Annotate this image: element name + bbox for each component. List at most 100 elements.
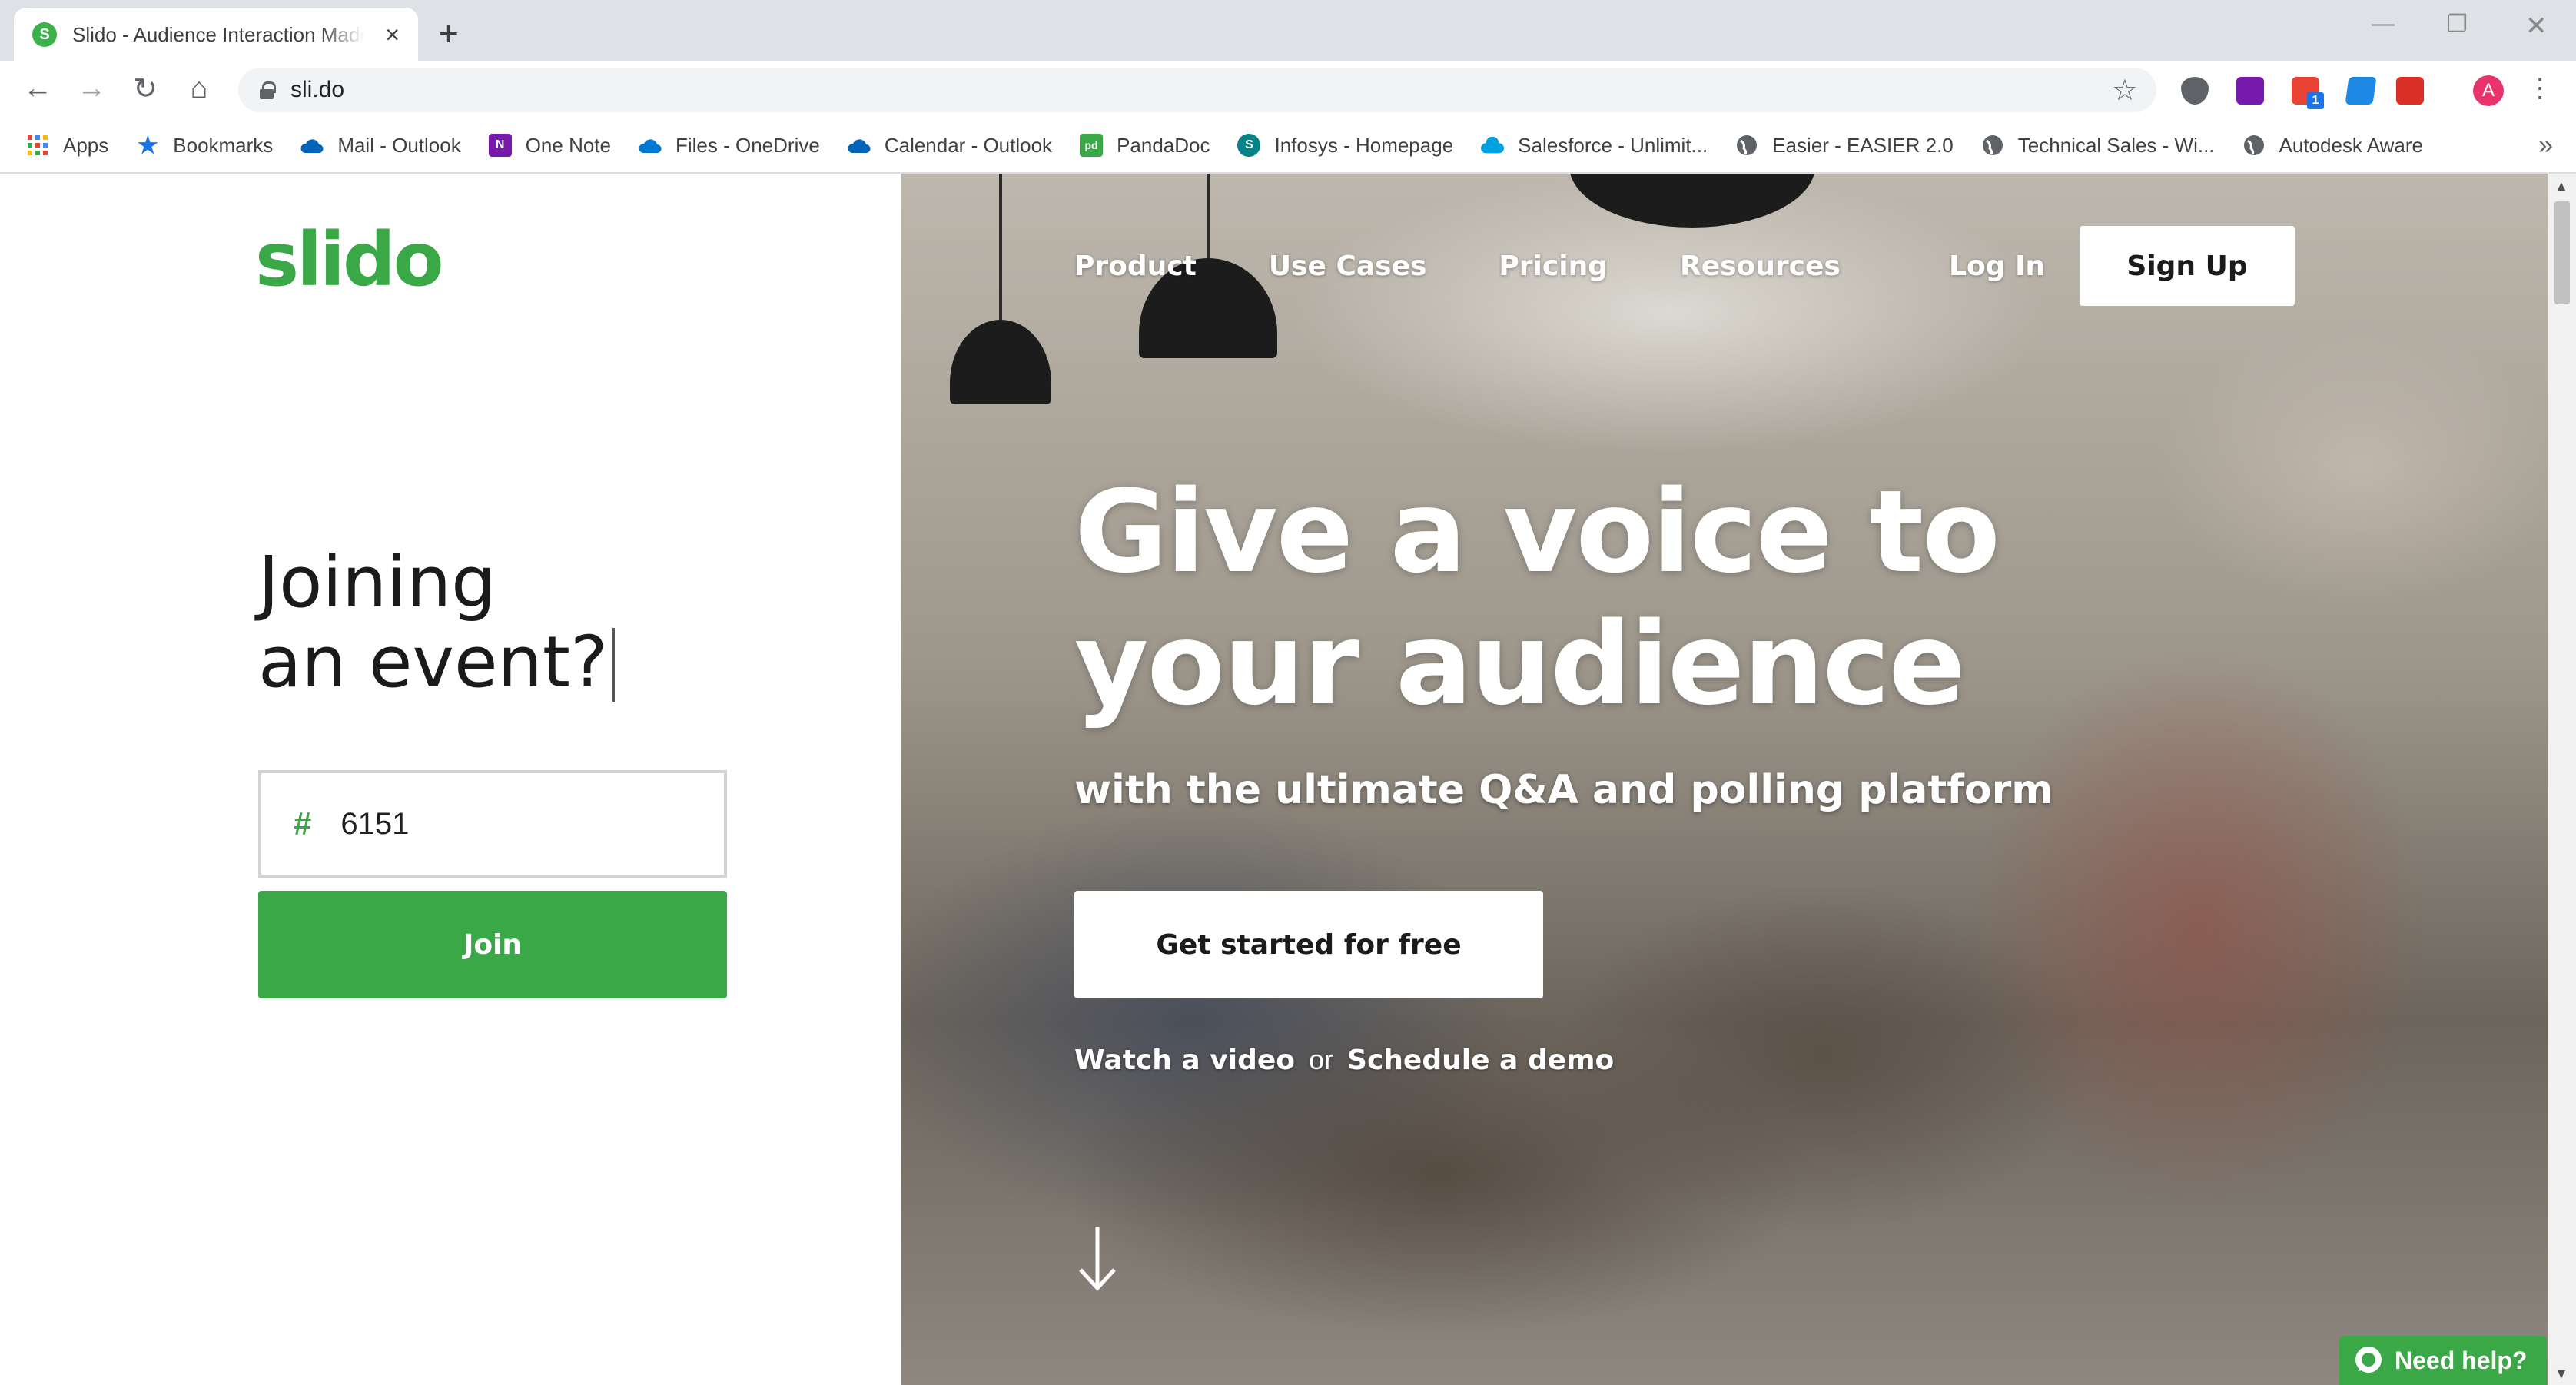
hash-icon: # <box>294 805 312 842</box>
bookmark-mail-outlook[interactable]: Mail - Outlook <box>300 133 461 158</box>
nav-pricing[interactable]: Pricing <box>1499 251 1608 282</box>
bookmark-label: PandaDoc <box>1117 133 1210 157</box>
hero-title: Give a voice to your audience <box>1074 466 2150 730</box>
bookmark-label: Technical Sales - Wi... <box>2017 133 2215 157</box>
nav-resources[interactable]: Resources <box>1680 251 1841 282</box>
bookmark-label: Salesforce - Unlimit... <box>1518 133 1708 157</box>
lock-icon[interactable] <box>260 81 276 99</box>
pandadoc-icon: pd <box>1080 134 1104 157</box>
signup-button[interactable]: Sign Up <box>2080 226 2295 306</box>
bookmark-label: Files - OneDrive <box>676 133 820 157</box>
new-tab-button[interactable]: + <box>438 12 459 54</box>
bookmark-salesforce[interactable]: Salesforce - Unlimit... <box>1481 134 1708 158</box>
bookmark-label: Easier - EASIER 2.0 <box>1772 133 1954 157</box>
bookmark-label: Bookmarks <box>173 133 274 157</box>
home-icon[interactable]: ⌂ <box>180 69 218 108</box>
extension-lastpass-icon[interactable] <box>2396 77 2424 105</box>
login-link[interactable]: Log In <box>1949 251 2045 282</box>
hero-secondary-links: Watch a video or Schedule a demo <box>1074 1044 1614 1076</box>
join-heading: Joining an event? <box>258 543 615 702</box>
join-heading-line1: Joining <box>258 541 496 623</box>
join-button[interactable]: Join <box>258 891 727 998</box>
bookmark-label: Calendar - Outlook <box>884 133 1053 157</box>
hero-title-line1: Give a voice to <box>1074 466 2000 598</box>
tab-close-icon[interactable]: × <box>385 22 400 47</box>
bookmark-one-note[interactable]: N One Note <box>488 133 611 158</box>
get-started-button[interactable]: Get started for free <box>1074 891 1543 998</box>
star-icon: ★ <box>137 132 158 158</box>
watch-video-link[interactable]: Watch a video <box>1074 1045 1295 1076</box>
extension-onenote-icon[interactable] <box>2236 77 2264 105</box>
bookmark-apps[interactable]: Apps <box>26 134 108 158</box>
bookmark-easier[interactable]: Easier - EASIER 2.0 <box>1735 134 1954 158</box>
bookmark-pandadoc[interactable]: pd PandaDoc <box>1080 134 1210 158</box>
window-restore-icon[interactable]: ❐ <box>2447 11 2468 38</box>
hero-section: Product Use Cases Pricing Resources Log … <box>901 174 2548 1385</box>
schedule-demo-link[interactable]: Schedule a demo <box>1347 1045 1614 1076</box>
bookmark-label: One Note <box>525 133 611 157</box>
onenote-icon: N <box>488 134 512 157</box>
nav-use-cases[interactable]: Use Cases <box>1269 251 1427 282</box>
sharepoint-icon: S <box>1237 134 1261 157</box>
main-nav: Product Use Cases Pricing Resources <box>1074 251 1913 282</box>
nav-product[interactable]: Product <box>1074 251 1197 282</box>
bookmark-label: Apps <box>63 133 109 157</box>
url-text[interactable]: sli.do <box>290 77 344 103</box>
cloud-icon <box>300 134 324 157</box>
bookmark-technical-sales[interactable]: Technical Sales - Wi... <box>1981 134 2215 158</box>
bookmarks-bar: Apps ★ Bookmarks Mail - Outlook N One No… <box>0 118 2576 174</box>
apps-grid-icon <box>26 134 49 157</box>
bookmark-bookmarks[interactable]: ★ Bookmarks <box>136 132 274 158</box>
bookmarks-overflow-icon[interactable]: » <box>2538 131 2553 161</box>
need-help-label: Need help? <box>2395 1346 2528 1374</box>
globe-icon <box>1735 134 1758 157</box>
slido-favicon-icon: S <box>32 22 57 47</box>
bookmark-label: Mail - Outlook <box>337 133 461 157</box>
join-heading-line2: an event? <box>258 621 608 703</box>
slido-logo[interactable]: slido <box>255 217 444 303</box>
back-arrow-icon[interactable]: ← <box>18 69 57 108</box>
profile-avatar[interactable]: A <box>2473 75 2504 106</box>
extension-badge-count: 1 <box>2307 92 2324 109</box>
globe-icon <box>1981 134 2004 157</box>
address-bar[interactable]: sli.do ☆ <box>238 68 2156 112</box>
bookmark-autodesk-aware[interactable]: Autodesk Aware <box>2242 134 2423 158</box>
extension-blue-icon[interactable] <box>2345 77 2377 105</box>
scroll-down-icon[interactable]: ▼ <box>2554 1366 2568 1382</box>
chat-bubble-icon <box>2355 1347 2382 1373</box>
event-code-input[interactable] <box>340 806 664 842</box>
bookmark-label: Autodesk Aware <box>2279 133 2423 157</box>
browser-menu-icon[interactable]: ⋮ <box>2521 69 2559 108</box>
text-cursor <box>612 628 615 702</box>
bookmark-infosys-homepage[interactable]: S Infosys - Homepage <box>1237 134 1453 158</box>
need-help-widget[interactable]: Need help? <box>2339 1336 2547 1385</box>
hero-title-line2: your audience <box>1074 598 1966 730</box>
or-text: or <box>1309 1044 1334 1075</box>
browser-tab-strip: S Slido - Audience Interaction Made Easy… <box>0 0 2576 61</box>
page-viewport: slido Joining an event? # Join Product U… <box>0 174 2576 1385</box>
tab-title: Slido - Audience Interaction Made Easy <box>72 22 364 46</box>
join-panel: slido Joining an event? # Join <box>0 174 901 1385</box>
window-close-icon[interactable]: ✕ <box>2525 11 2548 42</box>
reload-icon[interactable]: ↻ <box>126 69 164 108</box>
forward-arrow-icon[interactable]: → <box>72 69 111 108</box>
window-minimize-icon[interactable]: — <box>2372 11 2395 37</box>
globe-icon <box>2242 134 2266 157</box>
browser-toolbar: ← → ↻ ⌂ sli.do ☆ 1 A ⋮ <box>0 61 2576 118</box>
extension-badge-icon[interactable]: 1 <box>2292 77 2324 109</box>
bookmark-calendar-outlook[interactable]: Calendar - Outlook <box>848 134 1052 158</box>
onedrive-icon <box>639 134 662 157</box>
cloud-icon <box>848 134 871 157</box>
bookmark-files-onedrive[interactable]: Files - OneDrive <box>639 134 820 158</box>
event-code-field[interactable]: # <box>258 770 727 878</box>
bookmark-label: Infosys - Homepage <box>1274 133 1454 157</box>
page-scrollbar[interactable]: ▲ ▼ <box>2548 174 2576 1385</box>
scroll-down-arrow-icon[interactable] <box>1074 1224 1120 1293</box>
salesforce-icon <box>1481 134 1505 157</box>
hero-subtitle: with the ultimate Q&A and polling platfo… <box>1074 767 2053 813</box>
scrollbar-thumb[interactable] <box>2554 201 2570 304</box>
extension-lightbulb-icon[interactable] <box>2181 77 2209 105</box>
scroll-up-icon[interactable]: ▲ <box>2554 178 2568 194</box>
bookmark-star-icon[interactable]: ☆ <box>2112 73 2138 108</box>
browser-tab-active[interactable]: S Slido - Audience Interaction Made Easy… <box>14 8 418 61</box>
